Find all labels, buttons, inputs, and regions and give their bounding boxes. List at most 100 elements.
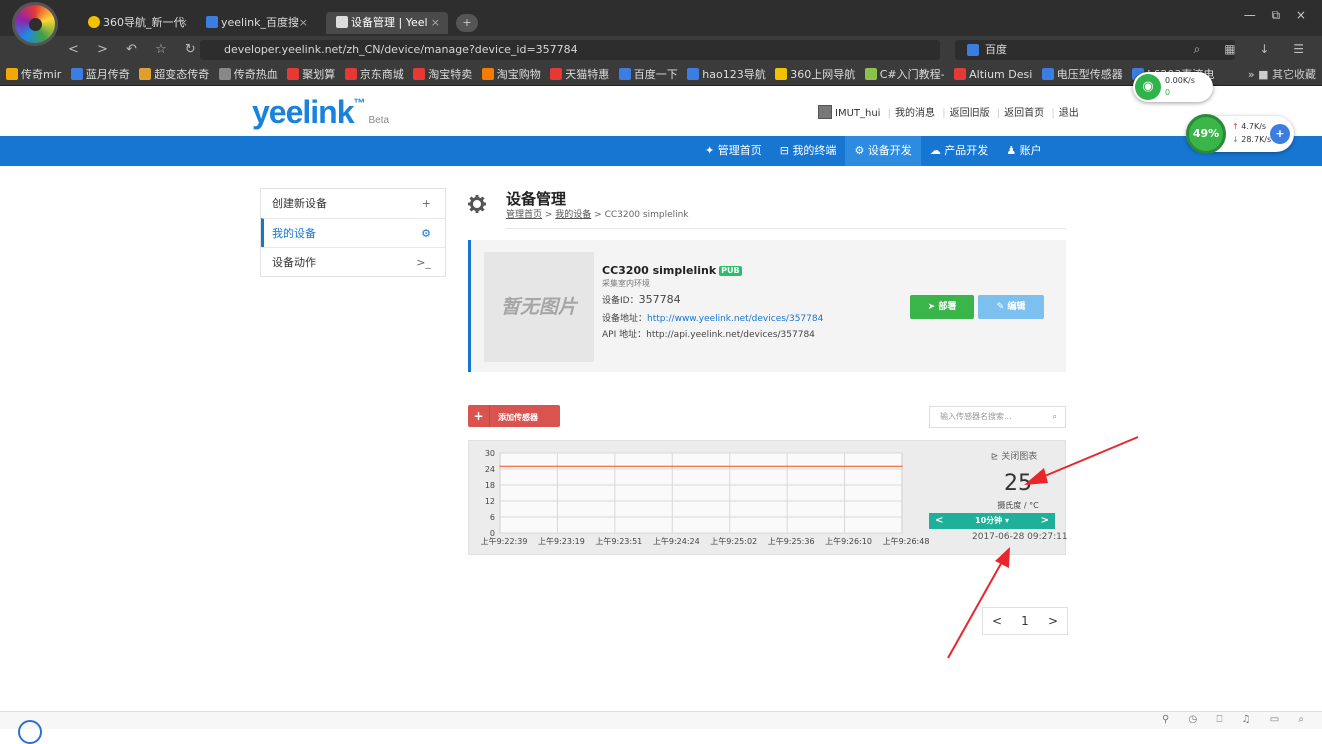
nav-account[interactable]: ♟ 账户: [997, 136, 1050, 166]
bookmark-favicon-icon: [618, 68, 631, 80]
page-prev-button[interactable]: <: [983, 608, 1011, 634]
tray-icons[interactable]: ⚲ ◷ ⎕ ♫ ▭ ⌕: [1162, 714, 1312, 725]
address-bar[interactable]: developer.yeelink.net/zh_CN/device/manag…: [200, 40, 940, 60]
network-widget[interactable]: ◉ 0.00K/s 0: [1133, 72, 1213, 102]
cloud-icon: ☁: [929, 144, 941, 157]
annotation-arrow: [947, 547, 1010, 659]
browser-nav-bar: < > ↶ ☆ ↻ developer.yeelink.net/zh_CN/de…: [0, 36, 1322, 64]
bookmark-item[interactable]: 电压型传感器: [1041, 64, 1123, 85]
device-card: 暂无图片 CC3200 simplelink PUB 采集室内环境 设备ID：35…: [468, 240, 1066, 372]
tab-close-icon[interactable]: ×: [299, 12, 308, 34]
time-range-label[interactable]: 10分钟 ▾: [975, 516, 1009, 525]
avatar[interactable]: [818, 105, 832, 119]
bookmark-item[interactable]: C#入门教程-: [864, 64, 945, 85]
sensor-search-input[interactable]: 输入传感器名搜索... ⌕: [929, 406, 1066, 428]
next-range-icon[interactable]: >: [1041, 513, 1049, 529]
bookmark-item[interactable]: 蓝月传奇: [70, 64, 130, 85]
plus-icon: +: [421, 197, 431, 210]
bookmark-favicon-icon: [1041, 68, 1054, 80]
close-chart-link[interactable]: ⊵ 关闭图表: [991, 449, 1037, 462]
nav-product-dev[interactable]: ☁ 产品开发: [921, 136, 998, 166]
device-api-url: http://api.yeelink.net/devices/357784: [646, 330, 815, 340]
data-point: [556, 465, 559, 468]
other-bookmarks[interactable]: » ■ 其它收藏: [1241, 64, 1316, 85]
deploy-button[interactable]: ➤ 部署: [910, 295, 974, 319]
tab-close-icon[interactable]: ×: [179, 12, 188, 34]
bookmark-favicon-icon: [6, 68, 18, 80]
bookmark-item[interactable]: 淘宝特卖: [413, 64, 472, 85]
page-next-button[interactable]: >: [1039, 608, 1067, 634]
divider: [506, 228, 1066, 229]
y-tick-label: 24: [485, 465, 495, 474]
bookmark-favicon-icon: [864, 68, 877, 80]
tab-device-manage[interactable]: 设备管理 | Yeel ×: [326, 12, 448, 34]
bookmark-favicon-icon: [687, 68, 700, 80]
x-tick-label: 上午9:23:51: [595, 536, 642, 546]
tab-360-nav[interactable]: 360导航_新一代 ×: [78, 12, 196, 34]
sensor-current-value: 25: [1004, 471, 1032, 496]
bookmark-item[interactable]: 聚划算: [287, 64, 335, 85]
prev-range-icon[interactable]: <: [935, 513, 943, 529]
breadcrumb: 管理首页 > 我的设备 > CC3200 simplelink: [506, 210, 689, 220]
time-range-selector[interactable]: < 10分钟 ▾ >: [929, 513, 1055, 529]
home-icon: ✦: [705, 144, 715, 157]
main-nav: ✦ 管理首页 ⊟ 我的终端 ⚙ 设备开发 ☁ 产品开发 ♟ 账户: [0, 136, 1322, 166]
nav-my-terminals[interactable]: ⊟ 我的终端: [771, 136, 846, 166]
status-bar: ⚲ ◷ ⎕ ♫ ▭ ⌕: [0, 711, 1322, 744]
link-home[interactable]: 返回首页: [1004, 108, 1044, 119]
breadcrumb-home[interactable]: 管理首页: [506, 210, 542, 220]
circle-icon[interactable]: [18, 720, 42, 744]
bookmark-item[interactable]: Altium Desi: [954, 64, 1032, 85]
browser-logo-icon[interactable]: [12, 2, 58, 46]
search-icon: ⌕: [1052, 412, 1057, 421]
speed-widget[interactable]: 49% 4.7K/s 28.7K/s +: [1186, 114, 1294, 154]
bookmark-item[interactable]: hao123导航: [687, 64, 766, 85]
bookmark-item[interactable]: 天猫特惠: [550, 64, 609, 85]
breadcrumb-devices[interactable]: 我的设备: [555, 210, 591, 220]
x-tick-label: 上午9:26:48: [883, 536, 930, 546]
bookmark-item[interactable]: 360上网导航: [775, 64, 855, 85]
bookmark-item[interactable]: 传奇mir: [6, 64, 61, 85]
sidebar-item-create-device[interactable]: 创建新设备 +: [261, 189, 445, 218]
toolbar-icons[interactable]: ⌕ ▦ ↓ ☰: [1194, 42, 1314, 57]
tab-close-icon[interactable]: ×: [431, 12, 440, 34]
bookmark-item[interactable]: 淘宝购物: [481, 64, 541, 85]
cpu-percent: 49%: [1186, 114, 1226, 154]
link-old-version[interactable]: 返回旧版: [950, 108, 990, 119]
link-logout[interactable]: 退出: [1059, 108, 1079, 119]
sidebar-item-device-actions[interactable]: 设备动作 >_: [261, 247, 445, 276]
device-name: CC3200 simplelink PUB: [602, 264, 742, 277]
bookmark-item[interactable]: 百度一下: [618, 64, 678, 85]
device-id-line: 设备ID：357784: [602, 293, 681, 306]
page-number[interactable]: 1: [1011, 608, 1039, 634]
edit-icon: ✎: [996, 302, 1005, 312]
bookmark-item[interactable]: 传奇热血: [218, 64, 278, 85]
send-icon: ➤: [927, 302, 936, 312]
sidebar: 创建新设备 + 我的设备 ⚙ 设备动作 >_: [260, 188, 446, 277]
plus-icon[interactable]: +: [1270, 124, 1290, 144]
device-url-link[interactable]: http://www.yeelink.net/devices/357784: [647, 314, 823, 324]
yeelink-logo[interactable]: yeelink™Beta: [252, 94, 389, 131]
add-sensor-button[interactable]: + 添加传感器: [468, 405, 560, 427]
gear-icon: [468, 195, 486, 213]
net-count: 0: [1165, 88, 1171, 97]
bookmark-item[interactable]: 超变态传奇: [139, 64, 209, 85]
link-messages[interactable]: 我的消息: [895, 108, 935, 119]
nav-manage-home[interactable]: ✦ 管理首页: [696, 136, 771, 166]
username[interactable]: IMUT_hui: [835, 108, 880, 119]
data-point: [671, 465, 674, 468]
y-tick-label: 6: [490, 513, 495, 522]
nav-device-dev[interactable]: ⚙ 设备开发: [845, 136, 921, 166]
bookmark-item[interactable]: 京东商城: [344, 64, 404, 85]
new-tab-button[interactable]: +: [456, 14, 478, 32]
edit-button[interactable]: ✎ 编辑: [978, 295, 1044, 319]
sidebar-item-my-devices[interactable]: 我的设备 ⚙: [261, 218, 445, 247]
tab-baidu-search[interactable]: yeelink_百度搜 ×: [196, 12, 316, 34]
last-updated: 2017-06-28 09:27:11: [972, 532, 1068, 542]
nav-buttons[interactable]: < > ↶ ☆ ↻: [68, 42, 203, 57]
x-tick-label: 上午9:23:19: [538, 536, 585, 546]
pub-badge: PUB: [719, 266, 742, 276]
bookmark-favicon-icon: [218, 68, 231, 80]
baidu-icon: [967, 44, 979, 56]
window-controls[interactable]: — ⧉ ×: [1244, 8, 1312, 23]
